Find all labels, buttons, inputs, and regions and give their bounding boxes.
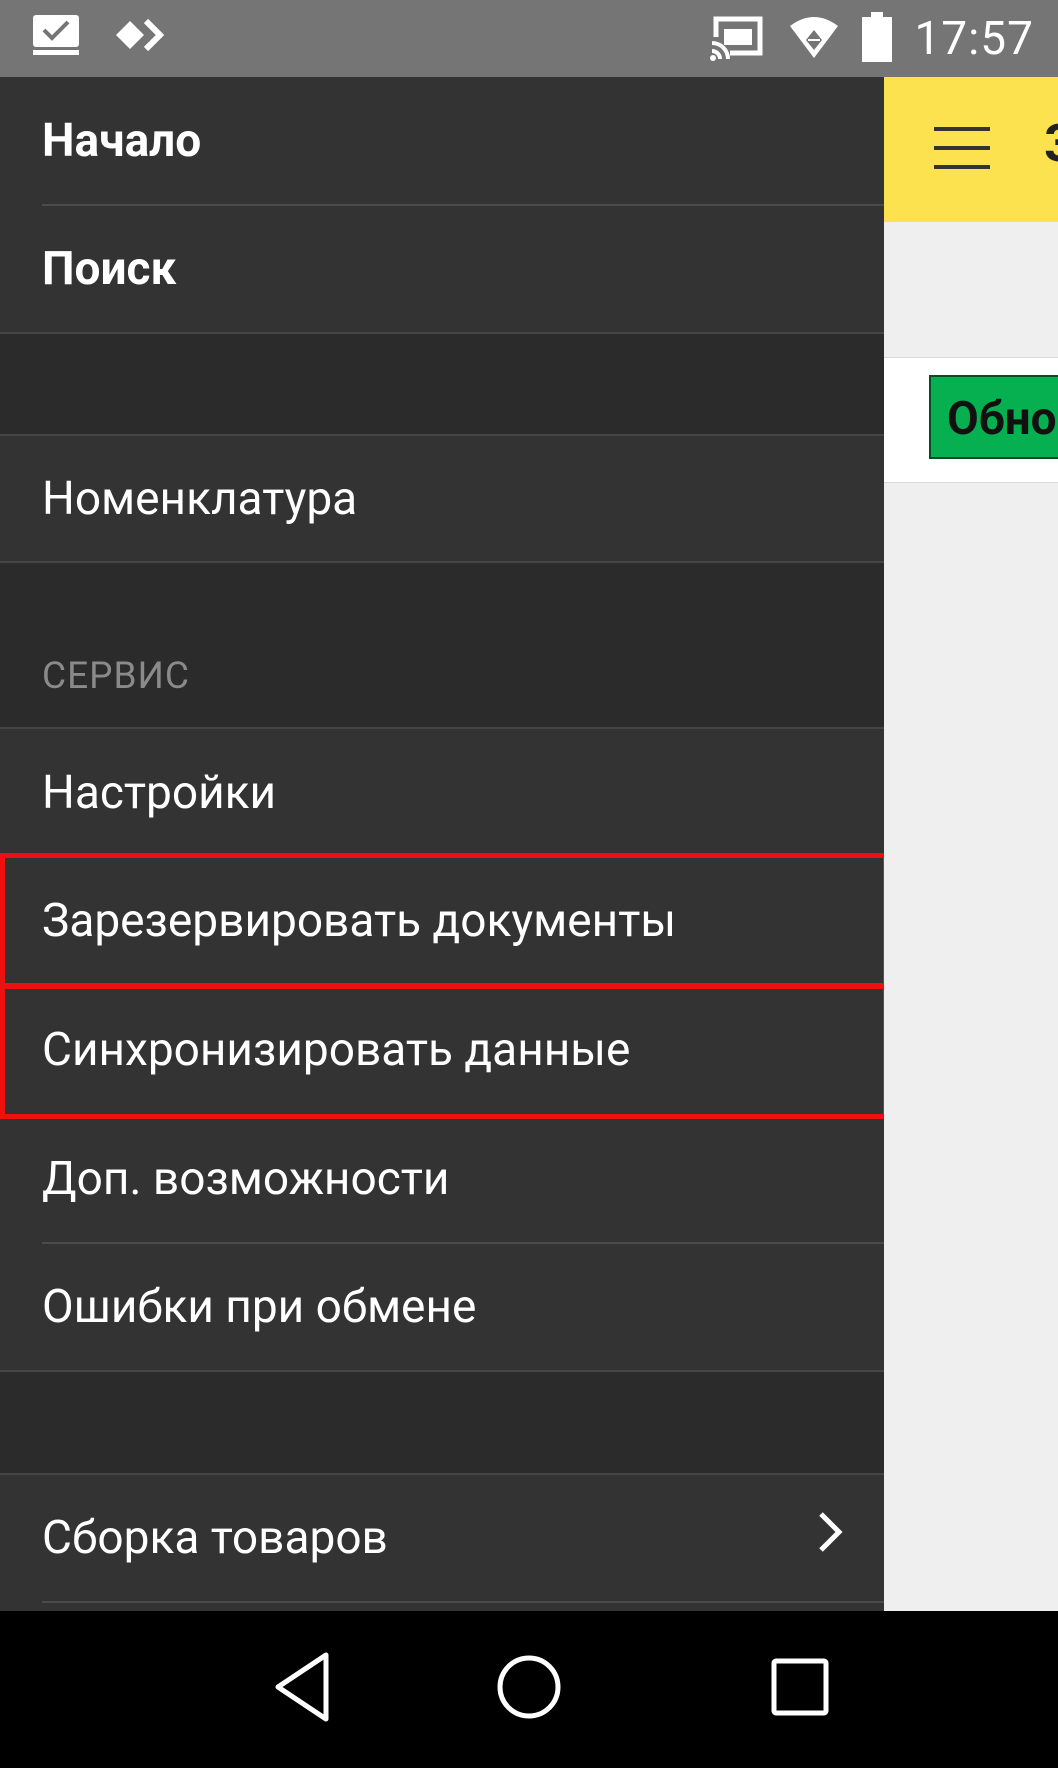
drawer-item-label: Зарезервировать документы — [42, 894, 677, 948]
drawer-item-label: Доп. возможности — [42, 1152, 450, 1206]
status-bar: 17:57 — [0, 0, 1058, 77]
drawer-item-search[interactable]: Поиск — [0, 206, 884, 332]
drawer-item-settings[interactable]: Настройки — [0, 729, 884, 856]
drawer-spacer — [0, 1372, 884, 1473]
back-icon[interactable] — [272, 1649, 332, 1729]
section-header-service: СЕРВИС — [42, 655, 190, 698]
checklist-icon — [30, 12, 82, 62]
battery-icon — [862, 11, 893, 66]
chevron-right-icon — [816, 1510, 844, 1566]
drawer-item-label: Ошибки при обмене — [42, 1280, 477, 1334]
home-icon[interactable] — [494, 1649, 564, 1729]
drawer-item-nomenclature[interactable]: Номенклатура — [0, 436, 884, 561]
navigation-drawer: Начало Поиск Номенклатура СЕРВИС Настрой… — [0, 77, 884, 1611]
cast-icon — [710, 13, 766, 65]
app-title: З — [1044, 113, 1058, 174]
hamburger-menu-icon[interactable] — [934, 125, 990, 175]
drawer-item-label: Начало — [42, 113, 202, 168]
drawer-item-home[interactable]: Начало — [0, 77, 884, 204]
drawer-item-reserve-documents[interactable]: Зарезервировать документы — [0, 856, 884, 986]
drawer-section: СЕРВИС — [0, 563, 884, 727]
drawer-item-sync-data[interactable]: Синхронизировать данные — [0, 986, 884, 1114]
drawer-spacer — [0, 334, 884, 434]
app-toolbar: З — [884, 77, 1058, 222]
recents-icon[interactable] — [768, 1649, 832, 1729]
drawer-item-extra-features[interactable]: Доп. возможности — [0, 1116, 884, 1242]
drawer-item-label: Поиск — [42, 242, 177, 296]
divider — [42, 1601, 884, 1603]
system-navigation-bar — [0, 1611, 1058, 1768]
drawer-item-label: Номенклатура — [42, 471, 358, 526]
drawer-item-label: Сборка товаров — [42, 1511, 388, 1565]
wifi-icon — [788, 14, 840, 64]
clock: 17:57 — [914, 11, 1034, 66]
refresh-button[interactable]: Обно — [929, 375, 1058, 459]
diamond-arrows-icon — [112, 12, 170, 62]
app-action-strip: Обно — [884, 357, 1058, 483]
drawer-item-goods-assembly[interactable]: Сборка товаров — [0, 1475, 884, 1601]
drawer-item-label: Синхронизировать данные — [42, 1023, 631, 1077]
drawer-item-label: Настройки — [42, 765, 277, 820]
drawer-item-exchange-errors[interactable]: Ошибки при обмене — [0, 1244, 884, 1370]
